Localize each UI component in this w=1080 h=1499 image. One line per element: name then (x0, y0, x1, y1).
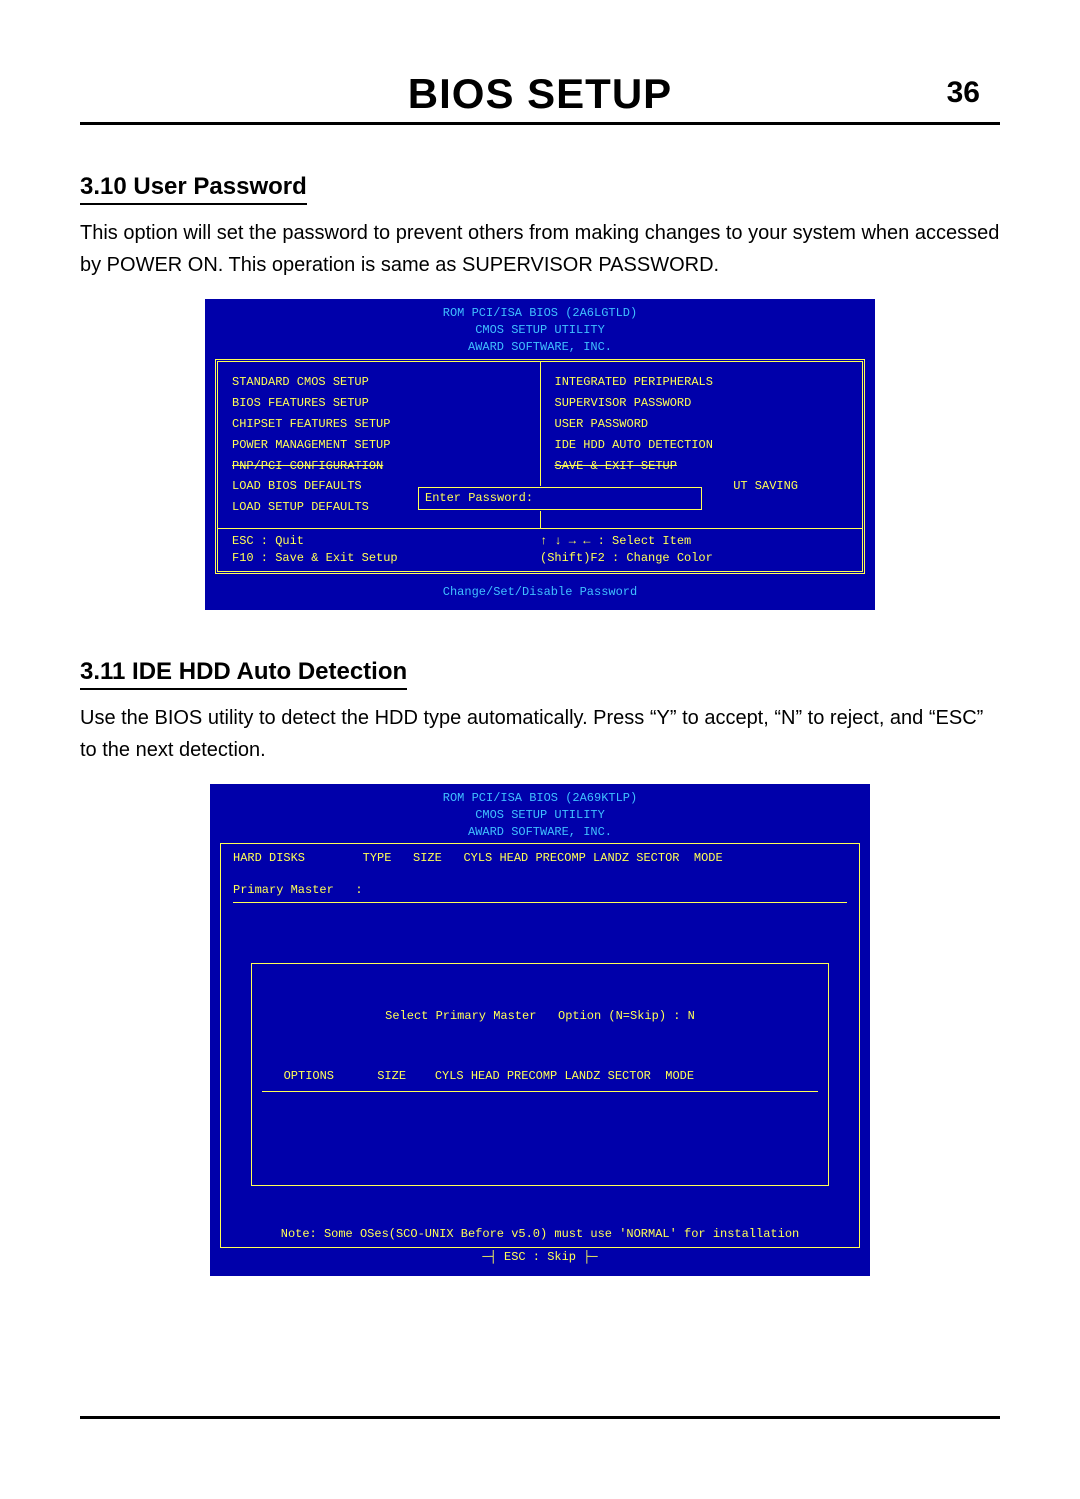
hdd-primary-master-row: Primary Master : (233, 882, 847, 904)
bios-bottom-hint: Change/Set/Disable Password (205, 584, 875, 601)
page-footer-rule (80, 1416, 1000, 1419)
bios2-title-line3: AWARD SOFTWARE, INC. (210, 824, 870, 841)
bios-screenshot-ide-hdd: ROM PCI/ISA BIOS (2A69KTLP) CMOS SETUP U… (210, 784, 870, 1276)
hdd-table-header: HARD DISKS TYPE SIZE CYLS HEAD PRECOMP L… (233, 850, 847, 874)
hdd-select-prompt: Select Primary Master Option (N=Skip) : … (262, 1008, 818, 1025)
hdd-option-box: Select Primary Master Option (N=Skip) : … (251, 963, 829, 1186)
menu-item-power-mgmt: POWER MANAGEMENT SETUP (232, 437, 526, 454)
hint-esc-quit: ESC : Quit (232, 533, 540, 550)
bios-screenshot-user-password: ROM PCI/ISA BIOS (2A6LGTLD) CMOS SETUP U… (205, 299, 875, 610)
hdd-options-header: OPTIONS SIZE CYLS HEAD PRECOMP LANDZ SEC… (262, 1068, 818, 1092)
page-number: 36 (947, 76, 980, 110)
section-heading-ide-hdd: 3.11 IDE HDD Auto Detection (80, 658, 407, 690)
menu-item-pnp-pci: PNP/PCI CONFIGURATION (232, 458, 526, 475)
enter-password-popup: Enter Password: (418, 487, 702, 510)
menu-item-chipset-features: CHIPSET FEATURES SETUP (232, 416, 526, 433)
menu-item-ide-hdd-auto: IDE HDD AUTO DETECTION (555, 437, 849, 454)
bios2-title-line2: CMOS SETUP UTILITY (210, 807, 870, 824)
section-body-ide-hdd: Use the BIOS utility to detect the HDD t… (80, 702, 1000, 766)
menu-item-user-password: USER PASSWORD (555, 416, 849, 433)
menu-item-save-exit: SAVE & EXIT SETUP (555, 458, 849, 475)
menu-item-standard-cmos: STANDARD CMOS SETUP (232, 374, 526, 391)
menu-item-integrated-peripherals: INTEGRATED PERIPHERALS (555, 374, 849, 391)
hint-shift-f2: (Shift)F2 : Change Color (540, 550, 848, 567)
menu-item-bios-features: BIOS FEATURES SETUP (232, 395, 526, 412)
hdd-esc-skip: ─┤ ESC : Skip ├─ (210, 1249, 870, 1266)
hint-arrows: ↑ ↓ → ← : Select Item (540, 533, 848, 550)
hdd-note: Note: Some OSes(SCO-UNIX Before v5.0) mu… (233, 1226, 847, 1243)
bios-title-line3: AWARD SOFTWARE, INC. (205, 339, 875, 356)
page-title: BIOS SETUP (408, 70, 672, 118)
bios-title-line2: CMOS SETUP UTILITY (205, 322, 875, 339)
section-body-user-password: This option will set the password to pre… (80, 217, 1000, 281)
hint-f10-save: F10 : Save & Exit Setup (232, 550, 540, 567)
section-heading-user-password: 3.10 User Password (80, 173, 307, 205)
menu-item-supervisor-password: SUPERVISOR PASSWORD (555, 395, 849, 412)
page-header: BIOS SETUP (80, 70, 1000, 125)
bios2-title-line1: ROM PCI/ISA BIOS (2A69KTLP) (210, 790, 870, 807)
bios-title-line1: ROM PCI/ISA BIOS (2A6LGTLD) (205, 305, 875, 322)
